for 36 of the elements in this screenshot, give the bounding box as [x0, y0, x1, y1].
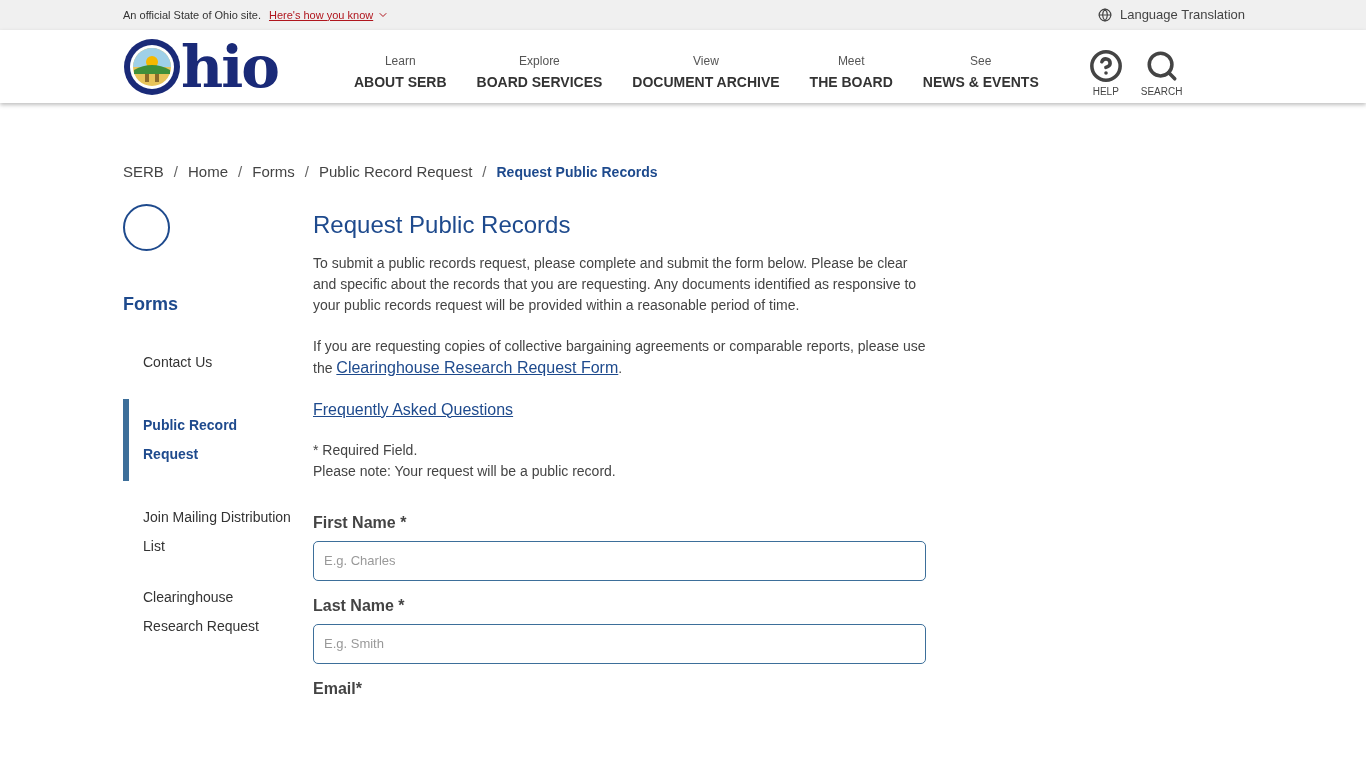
- text-input-field[interactable]: E.g. Smith: [313, 623, 926, 664]
- clearinghouse-note: If you are requesting copies of collective bargaining agreements or comparable reports, please use the Clearinghouse Research Request Form.: [313, 336, 926, 378]
- sidebar-item[interactable]: Join Mailing Distribution List: [123, 502, 293, 561]
- breadcrumb-link[interactable]: Home: [188, 161, 229, 184]
- sidebar-item[interactable]: Contact Us: [123, 347, 293, 377]
- official-site-text: An official State of Ohio site.: [123, 7, 261, 23]
- breadcrumb-link[interactable]: Public Record Request: [318, 161, 473, 184]
- globe-icon: [1097, 8, 1112, 22]
- sidebar-item[interactable]: Clearinghouse Research Request: [123, 582, 293, 641]
- nav-menu-item[interactable]: See NEWS & EVENTS: [922, 52, 1039, 93]
- breadcrumb-separator: /: [238, 162, 243, 182]
- breadcrumb-link[interactable]: SERB: [123, 161, 164, 184]
- required-field-note: * Required Field.: [313, 440, 419, 460]
- intro-paragraph: To submit a public records request, please complete and submit the form below. Please be clear and specific about the records that you are requesting. Any documents identified as responsive to your public records request will be provided within a reasonable period of time.: [313, 253, 918, 315]
- nav-menu-item[interactable]: Explore BOARD SERVICES: [476, 52, 603, 93]
- breadcrumb-separator: /: [304, 162, 309, 182]
- breadcrumb-link[interactable]: Request Public Records: [496, 161, 658, 183]
- sidebar-title: Forms: [123, 292, 179, 316]
- breadcrumb-separator: /: [173, 162, 179, 182]
- search-button[interactable]: SEARCH: [1140, 48, 1183, 99]
- nav-menu-item[interactable]: Learn ABOUT SERB: [354, 52, 447, 93]
- faq-link[interactable]: Frequently Asked Questions: [313, 398, 926, 420]
- breadcrumb-separator: /: [482, 162, 487, 182]
- language-translation-link[interactable]: Language Translation: [1119, 5, 1245, 25]
- public-record-note: Please note: Your request will be a public record.: [313, 461, 617, 481]
- breadcrumb-link[interactable]: Forms: [252, 161, 295, 184]
- how-you-know-link[interactable]: Here's how you know: [269, 6, 374, 24]
- sidebar-item[interactable]: Public Record Request: [123, 398, 253, 481]
- text-input-field[interactable]: E.g. Charles: [313, 540, 926, 581]
- field-label: First Name *: [313, 512, 408, 533]
- state-seal-icon: [123, 37, 181, 96]
- nav-menu-item[interactable]: Meet THE BOARD: [809, 52, 893, 93]
- field-label: Last Name *: [313, 595, 406, 616]
- nav-menu-item[interactable]: View DOCUMENT ARCHIVE: [632, 52, 780, 93]
- field-label: Email*: [313, 678, 363, 699]
- ohio-logo[interactable]: hio: [123, 37, 348, 96]
